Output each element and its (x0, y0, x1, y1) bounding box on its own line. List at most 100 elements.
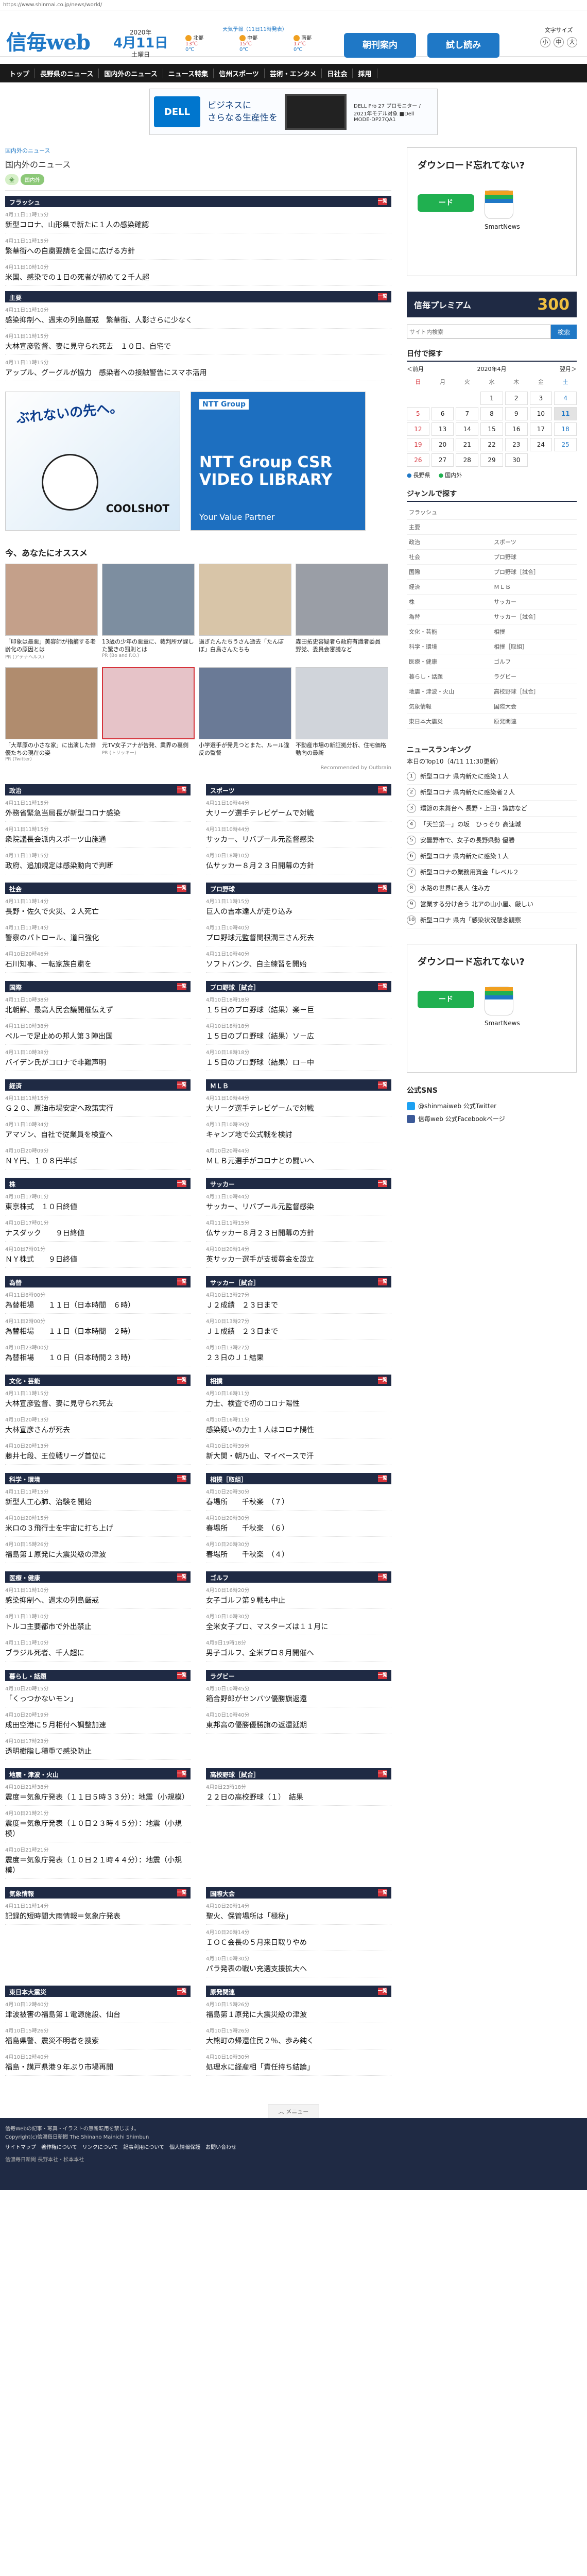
category-title[interactable]: 為替 (9, 1278, 22, 1286)
calendar-day[interactable]: 14 (456, 422, 479, 436)
story-headline[interactable]: 春場所 千秋楽 （７） (206, 1497, 391, 1507)
more-icon[interactable]: 一覧 (378, 1081, 387, 1089)
story-headline[interactable]: 箱合野郎がセンバツ優勝旗返還 (206, 1693, 391, 1704)
story-headline[interactable]: １５日のプロ野球（結果）ソ－広 (206, 1031, 391, 1041)
nav-item-top[interactable]: トップ (4, 68, 36, 78)
story-item[interactable]: 4月10日12時40分 津波被害の福島第１電源施設、仙台 (5, 1997, 191, 2023)
story-item[interactable]: 4月10日10時30分 処理水に経産相「責任持ち結論」 (206, 2049, 391, 2076)
story-item[interactable]: 4月11日11時10分 感染抑制へ、週末の列島厳戒 (5, 1583, 191, 1609)
genre-link[interactable]: 気象情報 (407, 699, 492, 714)
story-headline[interactable]: 外務省緊急当局長が新型コロナ感染 (5, 808, 191, 818)
calendar-day[interactable]: 25 (554, 438, 577, 451)
story-item[interactable]: 4月10日20時13分 大林宣彦さんが死去 (5, 1412, 191, 1438)
search-input[interactable] (407, 325, 551, 339)
more-icon[interactable]: 一覧 (177, 1180, 186, 1187)
download-button[interactable]: ード (418, 194, 474, 212)
calendar-day[interactable]: 6 (431, 407, 454, 420)
calendar-day[interactable]: 21 (456, 438, 479, 451)
story-item[interactable]: 4月10日10時30分 パラ発表の戦い充選支援拡大へ (206, 1951, 391, 1977)
nav-item-entertainment[interactable]: 芸術・エンタメ (265, 68, 322, 78)
category-title[interactable]: 経済 (9, 1081, 22, 1090)
story-item[interactable]: 4月10日18時18分 １５日のプロ野球（結果）楽－巨 (206, 992, 391, 1019)
category-title[interactable]: サッカー［試合］ (210, 1278, 260, 1286)
story-item[interactable]: 4月11日2時00分 為替相場 １１日（日本時間 ２時） (5, 1314, 191, 1340)
story-headline[interactable]: 為替相場 １１日（日本時間 ２時） (5, 1326, 191, 1336)
story-headline[interactable]: ブラジル死者、千人超に (5, 1648, 191, 1658)
genre-link[interactable]: 社会 (407, 550, 492, 565)
genre-link[interactable]: フラッシュ (407, 505, 492, 520)
story-item[interactable]: 4月11日11時15分 政府、追加規定は感染動向で判断 (5, 848, 191, 874)
more-icon[interactable]: 一覧 (177, 885, 186, 892)
story-headline[interactable]: キャンプ地で公式戦を検討 (206, 1129, 391, 1140)
story-headline[interactable]: 聖火、保管場所は「極秘」 (206, 1911, 391, 1921)
story-item[interactable]: 4月10日18時18分 １５日のプロ野球（結果）ソ－広 (206, 1019, 391, 1045)
story-item[interactable]: 4月11日11時15分 衆院議長会派内スポーツ山施通 (5, 822, 191, 848)
story-headline[interactable]: 記録的短時間大雨情報＝気象庁発表 (5, 1911, 191, 1921)
story-item[interactable]: 4月11日11時15分 アップル、グーグルが協力 感染者への接触警告にスマホ活用 (5, 355, 391, 381)
ranking-item[interactable]: 5 安曇野市で、女子の長野県勢 優勝 (407, 833, 577, 849)
story-headline[interactable]: 為替相場 １０日（日本時間２３時） (5, 1352, 191, 1363)
category-title[interactable]: 科学・環境 (9, 1475, 40, 1483)
story-item[interactable]: 4月10日20時14分 英サッカー選手が支援募金を設立 (206, 1242, 391, 1268)
recommend-card[interactable]: 不動産市場の新証拠分析、住宅価格動向の最新 (296, 667, 388, 762)
category-title[interactable]: ＭＬＢ (210, 1081, 229, 1090)
genre-link[interactable]: 相撲 (492, 624, 577, 639)
calendar-day[interactable]: 11 (554, 407, 577, 420)
calendar-day[interactable]: 4 (554, 392, 577, 405)
trial-reading-button[interactable]: 試し読み (427, 33, 499, 58)
calendar-day[interactable]: 16 (505, 422, 528, 436)
genre-link[interactable]: プロ野球［試合］ (492, 565, 577, 580)
genre-link[interactable]: サッカー［試合］ (492, 609, 577, 624)
story-headline[interactable]: プロ野球元監督関根潤三さん死去 (206, 933, 391, 943)
more-icon[interactable]: 一覧 (378, 983, 387, 990)
ranking-item[interactable]: 4 「天竺第一」の坂 ひっそり 高速城 (407, 817, 577, 833)
story-item[interactable]: 4月11日10時39分 キャンプ地で公式戦を検討 (206, 1117, 391, 1143)
category-title[interactable]: 暮らし・話題 (9, 1672, 46, 1680)
genre-link[interactable]: 経済 (407, 580, 492, 595)
smartnews-ad-2[interactable]: ダウンロード忘れてない? ード SmartNews (407, 944, 577, 1073)
story-item[interactable]: 4月10日21時21分 震度＝気象庁発表（１０日２１時４４分）：地震（小規模） (5, 1842, 191, 1879)
category-title[interactable]: 国際大会 (210, 1889, 235, 1897)
story-item[interactable]: 4月11日10時40分 プロ野球元監督関根潤三さん死去 (206, 920, 391, 946)
story-headline[interactable]: １５日のプロ野球（結果）ロ－中 (206, 1057, 391, 1067)
ranking-headline[interactable]: 新型コロナ 県内新たに感染者２人 (420, 788, 515, 797)
genre-link[interactable]: 株 (407, 595, 492, 609)
nav-item-sports[interactable]: 信州スポーツ (214, 68, 265, 78)
category-title[interactable]: プロ野球 (210, 885, 235, 893)
story-item[interactable]: 4月10日13時27分 Ｊ２成績 ２３日まで (206, 1287, 391, 1314)
story-headline[interactable]: 新型人工心肺、治験を開始 (5, 1497, 191, 1507)
category-title[interactable]: ラグビー (210, 1672, 235, 1680)
more-icon[interactable]: 一覧 (378, 885, 387, 892)
story-item[interactable]: 4月10日20時14分 聖火、保管場所は「極秘」 (206, 1899, 391, 1925)
genre-link[interactable]: 国際大会 (492, 699, 577, 714)
category-title[interactable]: 相撲 (210, 1377, 222, 1385)
recommend-card[interactable]: 13歳の少年の悪童に、裁判所が課した驚きの罰則とは PR (Bo and F.O.… (102, 564, 195, 660)
story-item[interactable]: 4月11日11時15分 巨人の吉本達人が走り込み (206, 894, 391, 920)
ranking-item[interactable]: 3 環節の未舞台へ 長野・上田・諏訪など (407, 801, 577, 817)
story-headline[interactable]: 繁華街への自粛要請を全国に広げる方針 (5, 246, 391, 256)
story-headline[interactable]: 政府、追加規定は感染動向で判断 (5, 860, 191, 871)
footer-link[interactable]: お問い合わせ (205, 2145, 236, 2150)
genre-link[interactable]: 政治 (407, 535, 492, 550)
ranking-item[interactable]: 8 水路の世界に長人 住み方 (407, 880, 577, 896)
calendar-day[interactable]: 29 (480, 453, 503, 467)
url-bar[interactable]: https://www.shinmai.co.jp/news/world/ (0, 0, 587, 10)
category-title[interactable]: 株 (9, 1180, 15, 1188)
genre-link[interactable]: ＭＬＢ (492, 580, 577, 595)
genre-link[interactable]: 原発関連 (492, 714, 577, 729)
story-headline[interactable]: 感染抑制へ、週末の列島厳戒 繁華街、人影さらに少なく (5, 315, 391, 325)
more-icon[interactable]: 一覧 (378, 1278, 387, 1285)
story-headline[interactable]: 新大関・朝乃山、マイペースで汗 (206, 1451, 391, 1461)
calendar-day[interactable]: 26 (407, 453, 429, 467)
footer-link[interactable]: 記事利用について (123, 2145, 164, 2150)
story-headline[interactable]: 長野・佐久で火災、２人死亡 (5, 906, 191, 917)
story-headline[interactable]: Ｊ１成績 ２３日まで (206, 1326, 391, 1336)
category-title[interactable]: ゴルフ (210, 1573, 229, 1582)
category-title[interactable]: 高校野球［試合］ (210, 1770, 260, 1778)
story-headline[interactable]: アップル、グーグルが協力 感染者への接触警告にスマホ活用 (5, 367, 391, 378)
story-headline[interactable]: ２２日の高校野球（１） 結果 (206, 1792, 391, 1802)
more-icon[interactable]: 一覧 (177, 1573, 186, 1581)
tag-all[interactable]: 全 (5, 174, 19, 185)
category-title[interactable]: 社会 (9, 885, 22, 893)
recommend-card[interactable]: 過ぎたんたちうさん逝去「たんぼぼ」白鳥さんたちも (199, 564, 291, 660)
